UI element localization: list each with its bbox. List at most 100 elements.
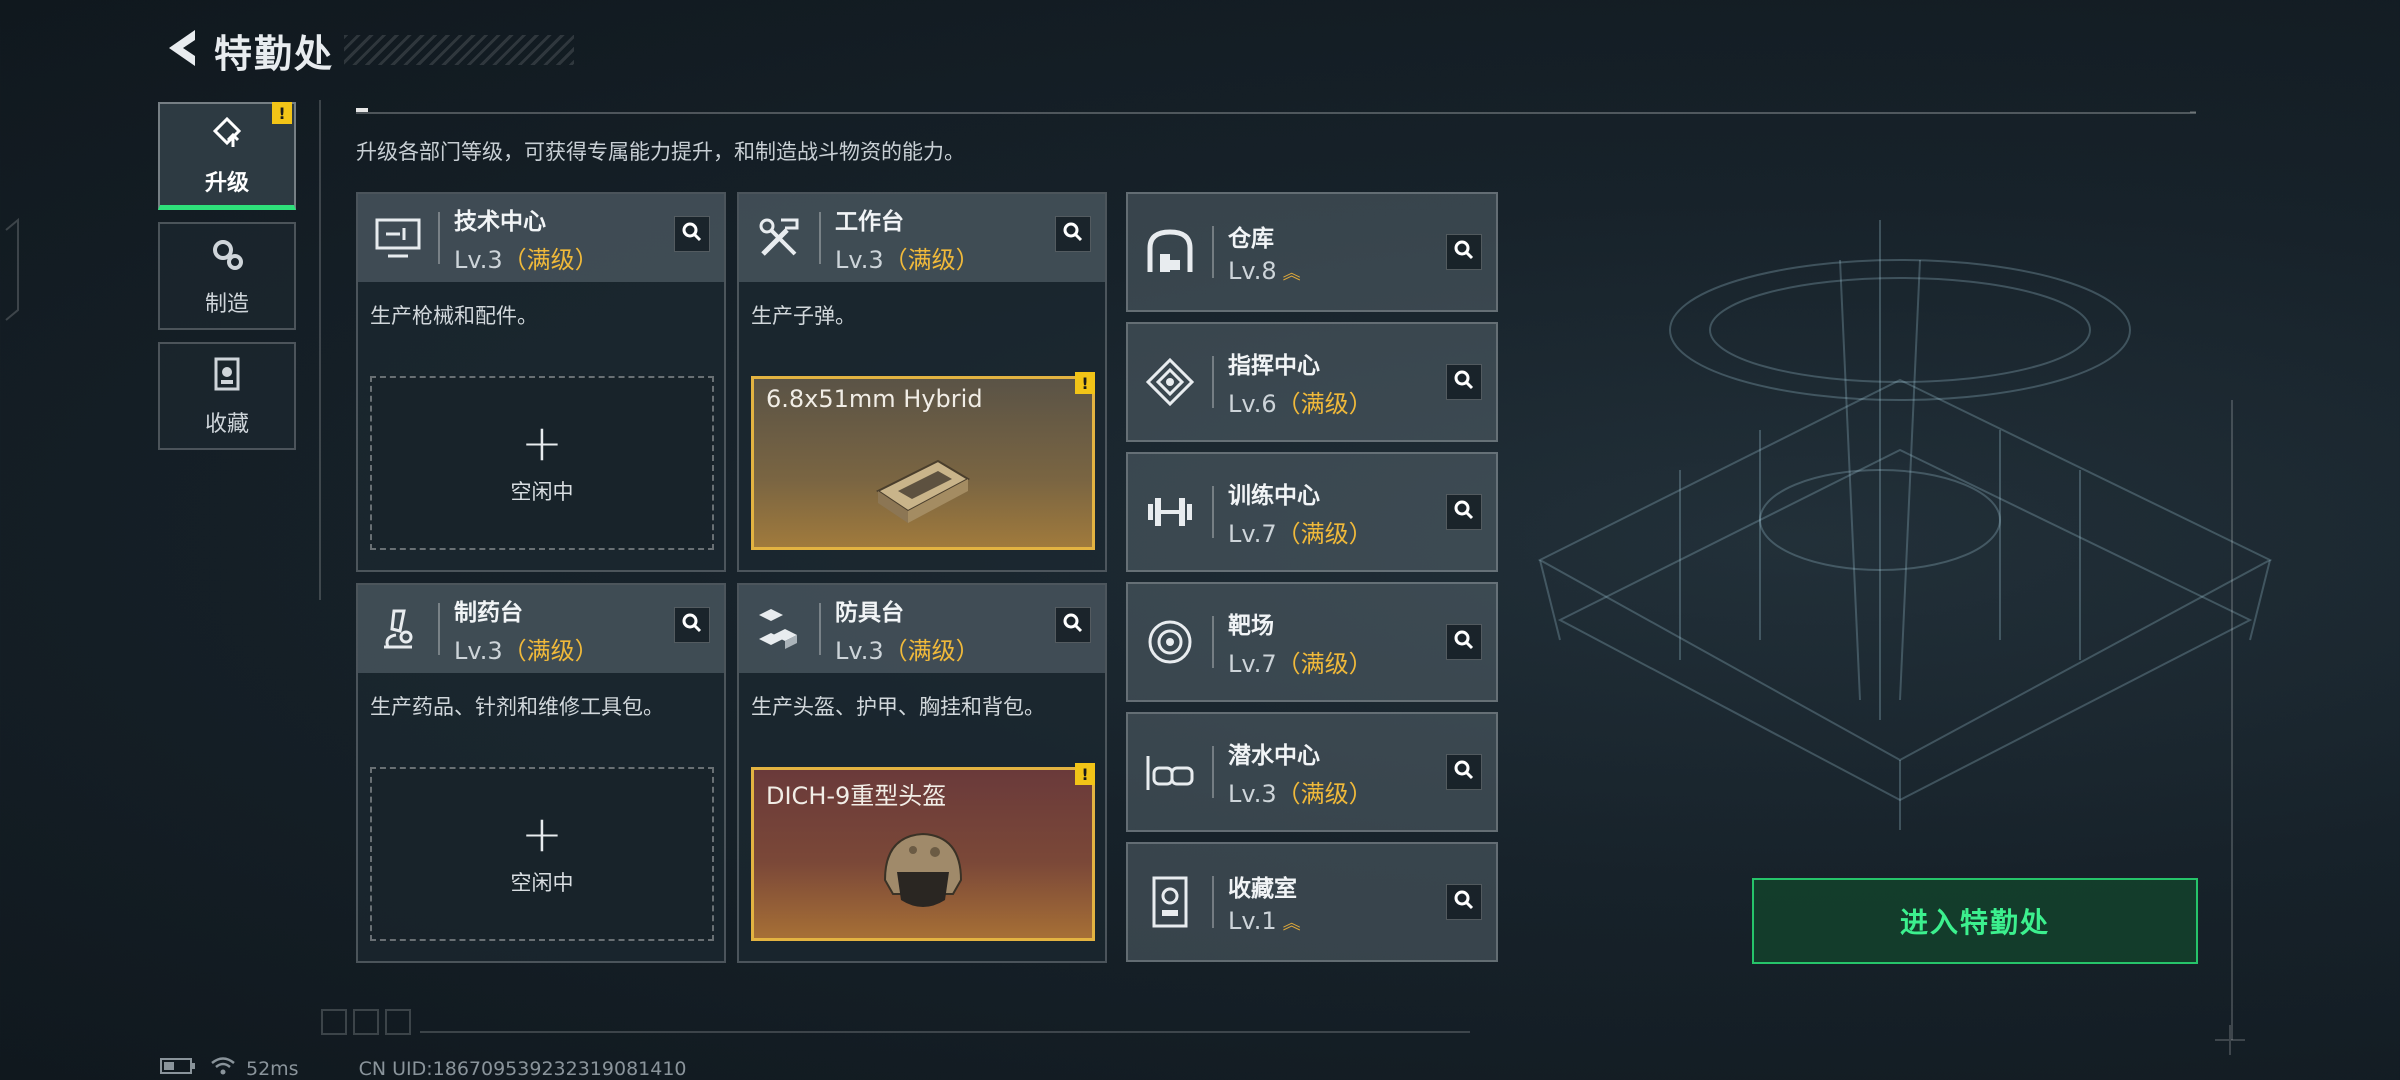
card-header: 工作台 Lv.3（满级） (739, 194, 1105, 282)
inspect-button[interactable] (1446, 364, 1482, 400)
microscope-icon (372, 603, 424, 655)
separator (438, 212, 440, 264)
enter-button-label: 进入特勤处 (1899, 906, 2050, 939)
building-name: 靶场 (1228, 612, 1274, 639)
workshop-level: Lv.3（满级） (454, 636, 599, 665)
inspect-button[interactable] (1055, 607, 1091, 643)
alert-badge: ! (1075, 763, 1095, 785)
nav-item-label: 制造 (204, 292, 249, 317)
workshop-card-workbench: 工作台 Lv.3（满级） 生产子弹。 6.8x51mm Hybrid ! (737, 192, 1107, 572)
magnifier-icon (1453, 889, 1475, 915)
magnifier-icon (1453, 759, 1475, 785)
side-nav: 升级 ! 制造 收藏 (158, 102, 296, 462)
magnifier-icon (1453, 499, 1475, 525)
workshop-level: Lv.3（满级） (835, 636, 980, 665)
collection-room-icon (1142, 874, 1198, 930)
cubes-icon (753, 603, 805, 655)
command-icon (1142, 354, 1198, 410)
building-card-command-center[interactable]: 指挥中心 Lv.6（满级） (1126, 322, 1498, 442)
diving-mask-icon (1142, 744, 1198, 800)
production-slot-empty[interactable]: + 空闲中 (370, 376, 714, 550)
nav-item-label: 升级 (204, 170, 249, 196)
separator (1212, 746, 1214, 798)
alert-badge: ! (1075, 372, 1095, 394)
workshop-card-armor: 防具台 Lv.3（满级） 生产头盔、护甲、胸挂和背包。 DICH-9重型头盔 ! (737, 583, 1107, 963)
building-name: 指挥中心 (1228, 352, 1320, 379)
header: 特勤处 (160, 22, 575, 78)
separator (1212, 616, 1214, 668)
building-level: Lv.8 ︽ (1228, 257, 1301, 285)
workshop-level: Lv.3（满级） (835, 245, 980, 274)
separator (1212, 226, 1214, 278)
nav-item-upgrade[interactable]: 升级 ! (158, 102, 296, 210)
separator (438, 603, 440, 655)
helmet-icon (873, 822, 973, 926)
building-card-diving-center[interactable]: 潜水中心 Lv.3（满级） (1126, 712, 1498, 832)
production-slot-item[interactable]: DICH-9重型头盔 ! (751, 763, 1095, 941)
user-uid: CN UID:1867095392323190814​10 (358, 1057, 687, 1080)
inspect-button[interactable] (1446, 624, 1482, 660)
page-title: 特勤处 (214, 31, 335, 76)
building-name: 收藏室 (1228, 876, 1297, 902)
production-slot-empty[interactable]: + 空闲中 (370, 767, 714, 941)
building-card-training-center[interactable]: 训练中心 Lv.7（满级） (1126, 452, 1498, 572)
production-slot-item[interactable]: 6.8x51mm Hybrid ! (751, 372, 1095, 550)
separator (1212, 876, 1214, 928)
workshop-description: 生产子弹。 (751, 304, 856, 328)
inspect-button[interactable] (1446, 494, 1482, 530)
workshop-name: 制药台 (454, 599, 523, 626)
nav-item-collection[interactable]: 收藏 (158, 342, 296, 450)
collection-icon (207, 354, 247, 398)
building-card-shooting-range[interactable]: 靶场 Lv.7（满级） (1126, 582, 1498, 702)
inspect-button[interactable] (674, 607, 710, 643)
slot-status: 空闲中 (510, 871, 574, 895)
enter-special-ops-button[interactable]: 进入特勤处 (1752, 878, 2198, 964)
magnifier-icon (1453, 629, 1475, 655)
building-level: Lv.7（满级） (1228, 649, 1373, 678)
magnifier-icon (681, 612, 703, 638)
ammo-box-icon (868, 431, 978, 535)
inspect-button[interactable] (674, 216, 710, 252)
wifi-icon (210, 1056, 236, 1080)
item-name: DICH-9重型头盔 (766, 782, 947, 810)
divider-tick (356, 108, 368, 112)
inspect-button[interactable] (1446, 234, 1482, 270)
page-description: 升级各部门等级，可获得专属能力提升，和制造战斗物资的能力。 (356, 140, 965, 164)
building-level: Lv.6（满级） (1228, 389, 1373, 418)
building-level: Lv.7（满级） (1228, 519, 1373, 548)
workshop-card-pharmacy: 制药台 Lv.3（满级） 生产药品、针剂和维修工具包。 + 空闲中 (356, 583, 726, 963)
gears-icon (207, 234, 247, 278)
monitor-icon (372, 212, 424, 264)
magnifier-icon (681, 221, 703, 247)
separator (819, 212, 821, 264)
alert-badge: ! (272, 102, 292, 124)
workshop-level: Lv.3（满级） (454, 245, 599, 274)
separator (819, 603, 821, 655)
workshop-card-tech-center: 技术中心 Lv.3（满级） 生产枪械和配件。 + 空闲中 (356, 192, 726, 572)
magnifier-icon (1062, 221, 1084, 247)
workshop-name: 技术中心 (454, 208, 546, 235)
building-level: Lv.3（满级） (1228, 779, 1373, 808)
tools-icon (753, 212, 805, 264)
upgrade-icon (207, 113, 247, 157)
ping-value: 52ms (246, 1057, 299, 1080)
inspect-button[interactable] (1446, 754, 1482, 790)
back-arrow-icon (163, 28, 201, 72)
inspect-button[interactable] (1055, 216, 1091, 252)
title-decoration (344, 35, 575, 65)
building-card-warehouse[interactable]: 仓库 Lv.8 ︽ (1126, 192, 1498, 312)
item-name: 6.8x51mm Hybrid (766, 385, 983, 413)
workshop-name: 工作台 (835, 208, 904, 235)
inspect-button[interactable] (1446, 884, 1482, 920)
upgrade-chevron-icon: ︽ (1282, 263, 1301, 284)
upgrade-chevron-icon: ︽ (1282, 913, 1301, 934)
workshop-name: 防具台 (835, 599, 904, 626)
nav-item-craft[interactable]: 制造 (158, 222, 296, 330)
card-header: 防具台 Lv.3（满级） (739, 585, 1105, 673)
target-icon (1142, 614, 1198, 670)
nav-item-label: 收藏 (204, 412, 249, 437)
plus-icon: + (521, 414, 563, 472)
building-card-collection-room[interactable]: 收藏室 Lv.1 ︽ (1126, 842, 1498, 962)
back-button[interactable] (160, 22, 204, 78)
plus-icon: + (521, 805, 563, 863)
